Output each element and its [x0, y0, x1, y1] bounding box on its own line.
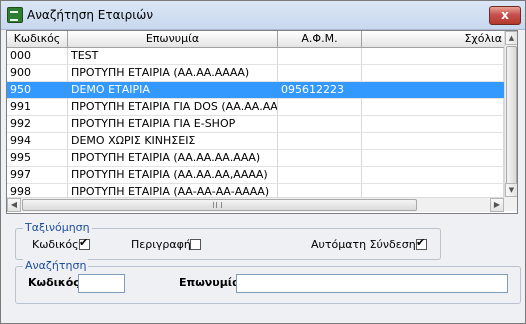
table-row[interactable]: 000 TEST — [7, 48, 504, 65]
sort-by-code-label: Κωδικός — [32, 238, 79, 251]
cell-notes — [362, 99, 504, 115]
sort-by-description-checkbox[interactable] — [190, 239, 201, 250]
cell-name: ΠΡΟΤΥΠΗ ΕΤΑΙΡΙΑ ΓΙΑ E-SHOP — [68, 116, 278, 132]
sorting-legend: Ταξινόμηση — [23, 221, 92, 234]
cell-name: DEMO ΕΤΑΙΡΙΑ — [68, 82, 278, 98]
table-row-selected[interactable]: 950 DEMO ΕΤΑΙΡΙΑ 095612223 — [7, 82, 504, 99]
search-code-label: Κωδικός — [28, 276, 80, 289]
cell-name: ΠΡΟΤΥΠΗ ΕΤΑΙΡΙΑ (ΑΑ.ΑΑ.ΑΑΑΑ) — [68, 65, 278, 81]
scroll-left-icon[interactable]: ◀ — [7, 198, 21, 212]
checkmark-icon: ✔ — [79, 236, 89, 249]
vertical-scroll-thumb[interactable] — [506, 46, 517, 191]
cell-code: 992 — [7, 116, 68, 132]
close-button[interactable]: x — [489, 6, 521, 25]
search-code-input[interactable] — [78, 274, 125, 293]
close-icon: x — [501, 8, 509, 22]
search-legend: Αναζήτηση — [23, 259, 89, 272]
cell-name: ΠΡΟΤΥΠΗ ΕΤΑΙΡΙΑ ΓΙΑ DOS (ΑΑ.ΑΑ.ΑΑΑΑ) — [68, 99, 278, 115]
window-title: Αναζήτηση Εταιριών — [27, 8, 154, 22]
cell-code: 900 — [7, 65, 68, 81]
auto-connect-checkbox[interactable]: ✔ — [416, 236, 427, 250]
scrollbar-corner — [504, 197, 517, 211]
column-header-afm[interactable]: Α.Φ.Μ. — [278, 31, 362, 47]
cell-notes — [362, 133, 504, 149]
auto-connect-label: Αυτόματη Σύνδεση — [311, 238, 416, 251]
horizontal-scrollbar[interactable]: ◀ ▶ — [7, 197, 504, 212]
table-row[interactable]: 995 ΠΡΟΤΥΠΗ ΕΤΑΙΡΙΑ (ΑΑ.ΑΑ.ΑΑ.ΑΑΑ) — [7, 150, 504, 167]
cell-code: 991 — [7, 99, 68, 115]
cell-code: 000 — [7, 48, 68, 64]
sort-by-description-label: Περιγραφή — [131, 238, 191, 251]
cell-notes — [362, 65, 504, 81]
cell-afm: 095612223 — [278, 82, 362, 98]
sort-by-code-checkbox[interactable]: ✔ — [79, 236, 90, 250]
cell-notes — [362, 48, 504, 64]
cell-notes — [362, 167, 504, 183]
scroll-down-icon[interactable]: ▼ — [505, 183, 517, 197]
cell-code: 950 — [7, 82, 68, 98]
table-row[interactable]: 992 ΠΡΟΤΥΠΗ ΕΤΑΙΡΙΑ ΓΙΑ E-SHOP — [7, 116, 504, 133]
cell-afm — [278, 167, 362, 183]
table-row[interactable]: 900 ΠΡΟΤΥΠΗ ΕΤΑΙΡΙΑ (ΑΑ.ΑΑ.ΑΑΑΑ) — [7, 65, 504, 82]
cell-name: ΠΡΟΤΥΠΗ ΕΤΑΙΡΙΑ (ΑΑ.ΑΑ.ΑΑ,ΑΑΑΑ) — [68, 167, 278, 183]
cell-afm — [278, 48, 362, 64]
title-bar: Αναζήτηση Εταιριών x — [1, 1, 525, 30]
table-row[interactable]: 991 ΠΡΟΤΥΠΗ ΕΤΑΙΡΙΑ ΓΙΑ DOS (ΑΑ.ΑΑ.ΑΑΑΑ) — [7, 99, 504, 116]
company-search-window: Αναζήτηση Εταιριών x Κωδικός Επωνυμία Α.… — [0, 0, 526, 324]
search-name-input[interactable] — [236, 274, 508, 293]
cell-afm — [278, 65, 362, 81]
column-header-code[interactable]: Κωδικός — [7, 31, 68, 47]
search-name-label: Επωνυμία — [179, 276, 240, 289]
horizontal-scroll-thumb[interactable] — [22, 199, 417, 211]
column-header-notes[interactable]: Σχόλια — [362, 31, 504, 47]
vertical-scrollbar[interactable]: ▲ ▼ — [504, 31, 517, 197]
cell-notes — [362, 82, 504, 98]
table-row[interactable]: 994 DEMO ΧΩΡΙΣ ΚΙΝΗΣΕΙΣ — [7, 133, 504, 150]
column-header-name[interactable]: Επωνυμία — [68, 31, 278, 47]
cell-afm — [278, 133, 362, 149]
cell-code: 997 — [7, 167, 68, 183]
scroll-up-icon[interactable]: ▲ — [505, 31, 517, 45]
company-table: Κωδικός Επωνυμία Α.Φ.Μ. Σχόλια 000 TEST … — [6, 30, 518, 214]
scroll-right-icon[interactable]: ▶ — [490, 198, 504, 212]
cell-name: TEST — [68, 48, 278, 64]
cell-name: DEMO ΧΩΡΙΣ ΚΙΝΗΣΕΙΣ — [68, 133, 278, 149]
table-row[interactable]: 997 ΠΡΟΤΥΠΗ ΕΤΑΙΡΙΑ (ΑΑ.ΑΑ.ΑΑ,ΑΑΑΑ) — [7, 167, 504, 184]
cell-code: 994 — [7, 133, 68, 149]
cell-afm — [278, 150, 362, 166]
app-logo-icon — [7, 7, 23, 23]
grip-icon — [213, 202, 222, 208]
cell-notes — [362, 150, 504, 166]
cell-name: ΠΡΟΤΥΠΗ ΕΤΑΙΡΙΑ (ΑΑ.ΑΑ.ΑΑ.ΑΑΑ) — [68, 150, 278, 166]
table-body: 000 TEST 900 ΠΡΟΤΥΠΗ ΕΤΑΙΡΙΑ (ΑΑ.ΑΑ.ΑΑΑΑ… — [7, 48, 504, 201]
cell-afm — [278, 116, 362, 132]
cell-code: 995 — [7, 150, 68, 166]
checkmark-icon: ✔ — [416, 236, 426, 249]
cell-afm — [278, 99, 362, 115]
cell-notes — [362, 116, 504, 132]
table-header: Κωδικός Επωνυμία Α.Φ.Μ. Σχόλια — [7, 31, 504, 48]
